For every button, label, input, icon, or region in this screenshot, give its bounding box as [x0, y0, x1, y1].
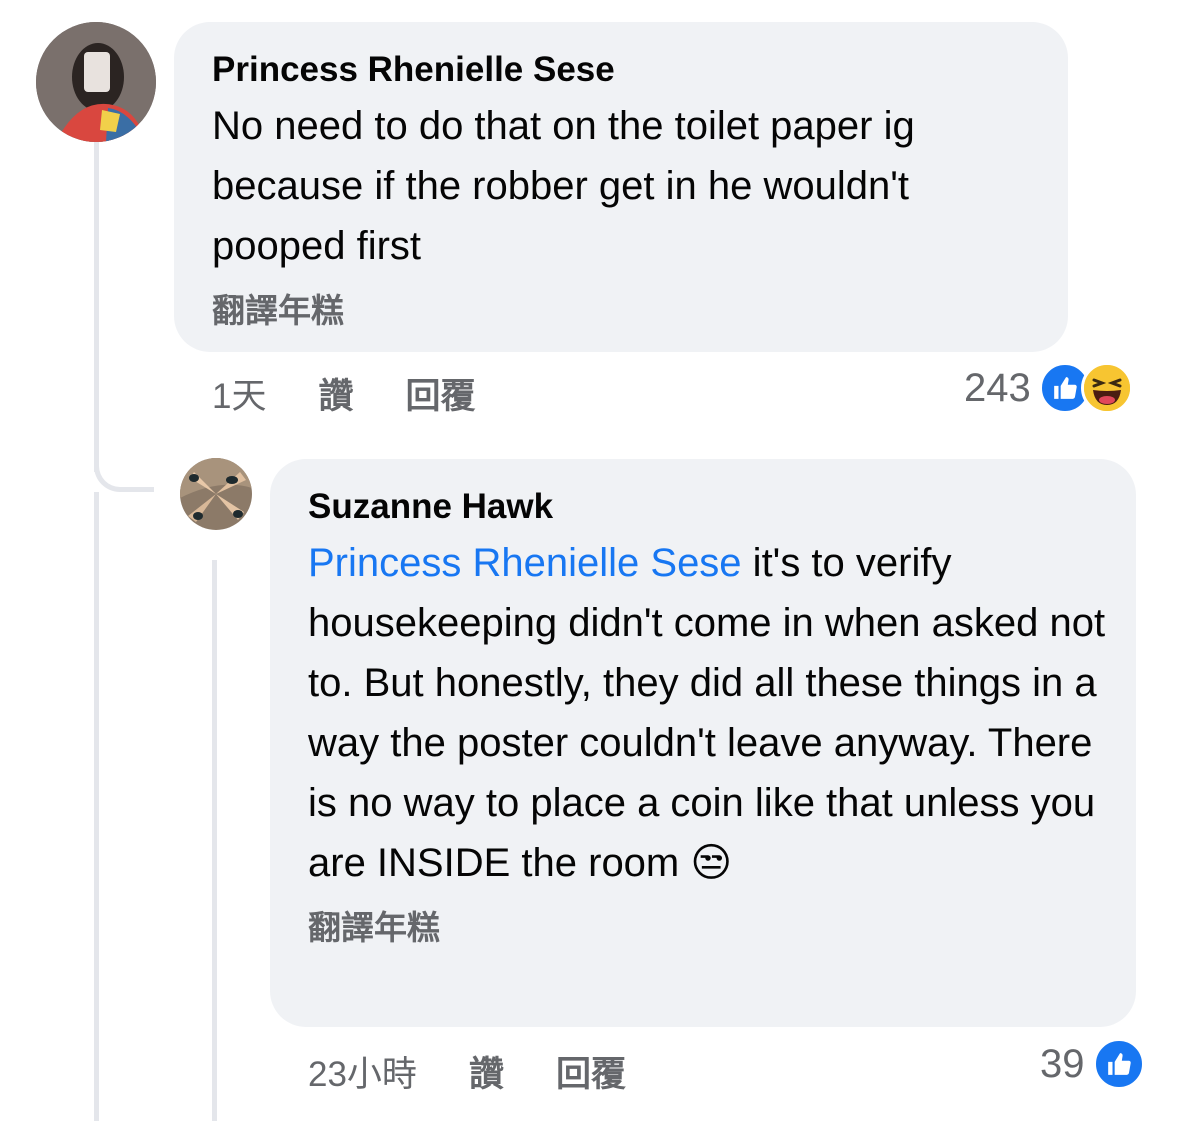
haha-icon — [1080, 362, 1133, 414]
reaction-summary[interactable]: 39 — [1040, 1038, 1145, 1090]
like-button[interactable]: 讚 — [469, 1046, 504, 1097]
reaction-summary[interactable]: 243 — [964, 362, 1133, 414]
reply-button[interactable]: 回覆 — [405, 368, 475, 419]
comment-bubble: Suzanne Hawk Princess Rhenielle Sese it'… — [270, 459, 1136, 1027]
comment-text: Princess Rhenielle Sese it's to verify h… — [308, 533, 1108, 893]
comment-author[interactable]: Princess Rhenielle Sese — [212, 48, 1030, 92]
comment-actions: 23小時 讚 回覆 — [308, 1046, 678, 1097]
thread-line-reply — [212, 560, 217, 1121]
reaction-count: 39 — [1040, 1041, 1085, 1086]
comment-text-body: it's to verify housekeeping didn't come … — [308, 541, 1106, 885]
mention-link[interactable]: Princess Rhenielle Sese — [308, 541, 742, 585]
like-icon — [1092, 1038, 1145, 1090]
comment-time[interactable]: 23小時 — [308, 1046, 417, 1097]
comment-text: No need to do that on the toilet paper i… — [212, 104, 915, 268]
unamused-emoji: 😒 — [690, 841, 733, 885]
comment-bubble: Princess Rhenielle Sese No need to do th… — [174, 22, 1068, 352]
reaction-count: 243 — [964, 365, 1031, 410]
comment-author[interactable]: Suzanne Hawk — [308, 485, 1098, 529]
translate-link[interactable]: 翻譯年糕 — [212, 284, 1030, 332]
translate-link[interactable]: 翻譯年糕 — [308, 901, 1098, 949]
like-button[interactable]: 讚 — [318, 368, 353, 419]
comment-time[interactable]: 1天 — [212, 368, 266, 419]
avatar[interactable] — [180, 458, 252, 530]
thread-branch-curve — [94, 420, 154, 492]
thread-line-continue — [94, 492, 99, 1121]
reply-button[interactable]: 回覆 — [556, 1046, 626, 1097]
avatar[interactable] — [36, 22, 156, 142]
comment-actions: 1天 讚 回覆 — [212, 368, 528, 419]
